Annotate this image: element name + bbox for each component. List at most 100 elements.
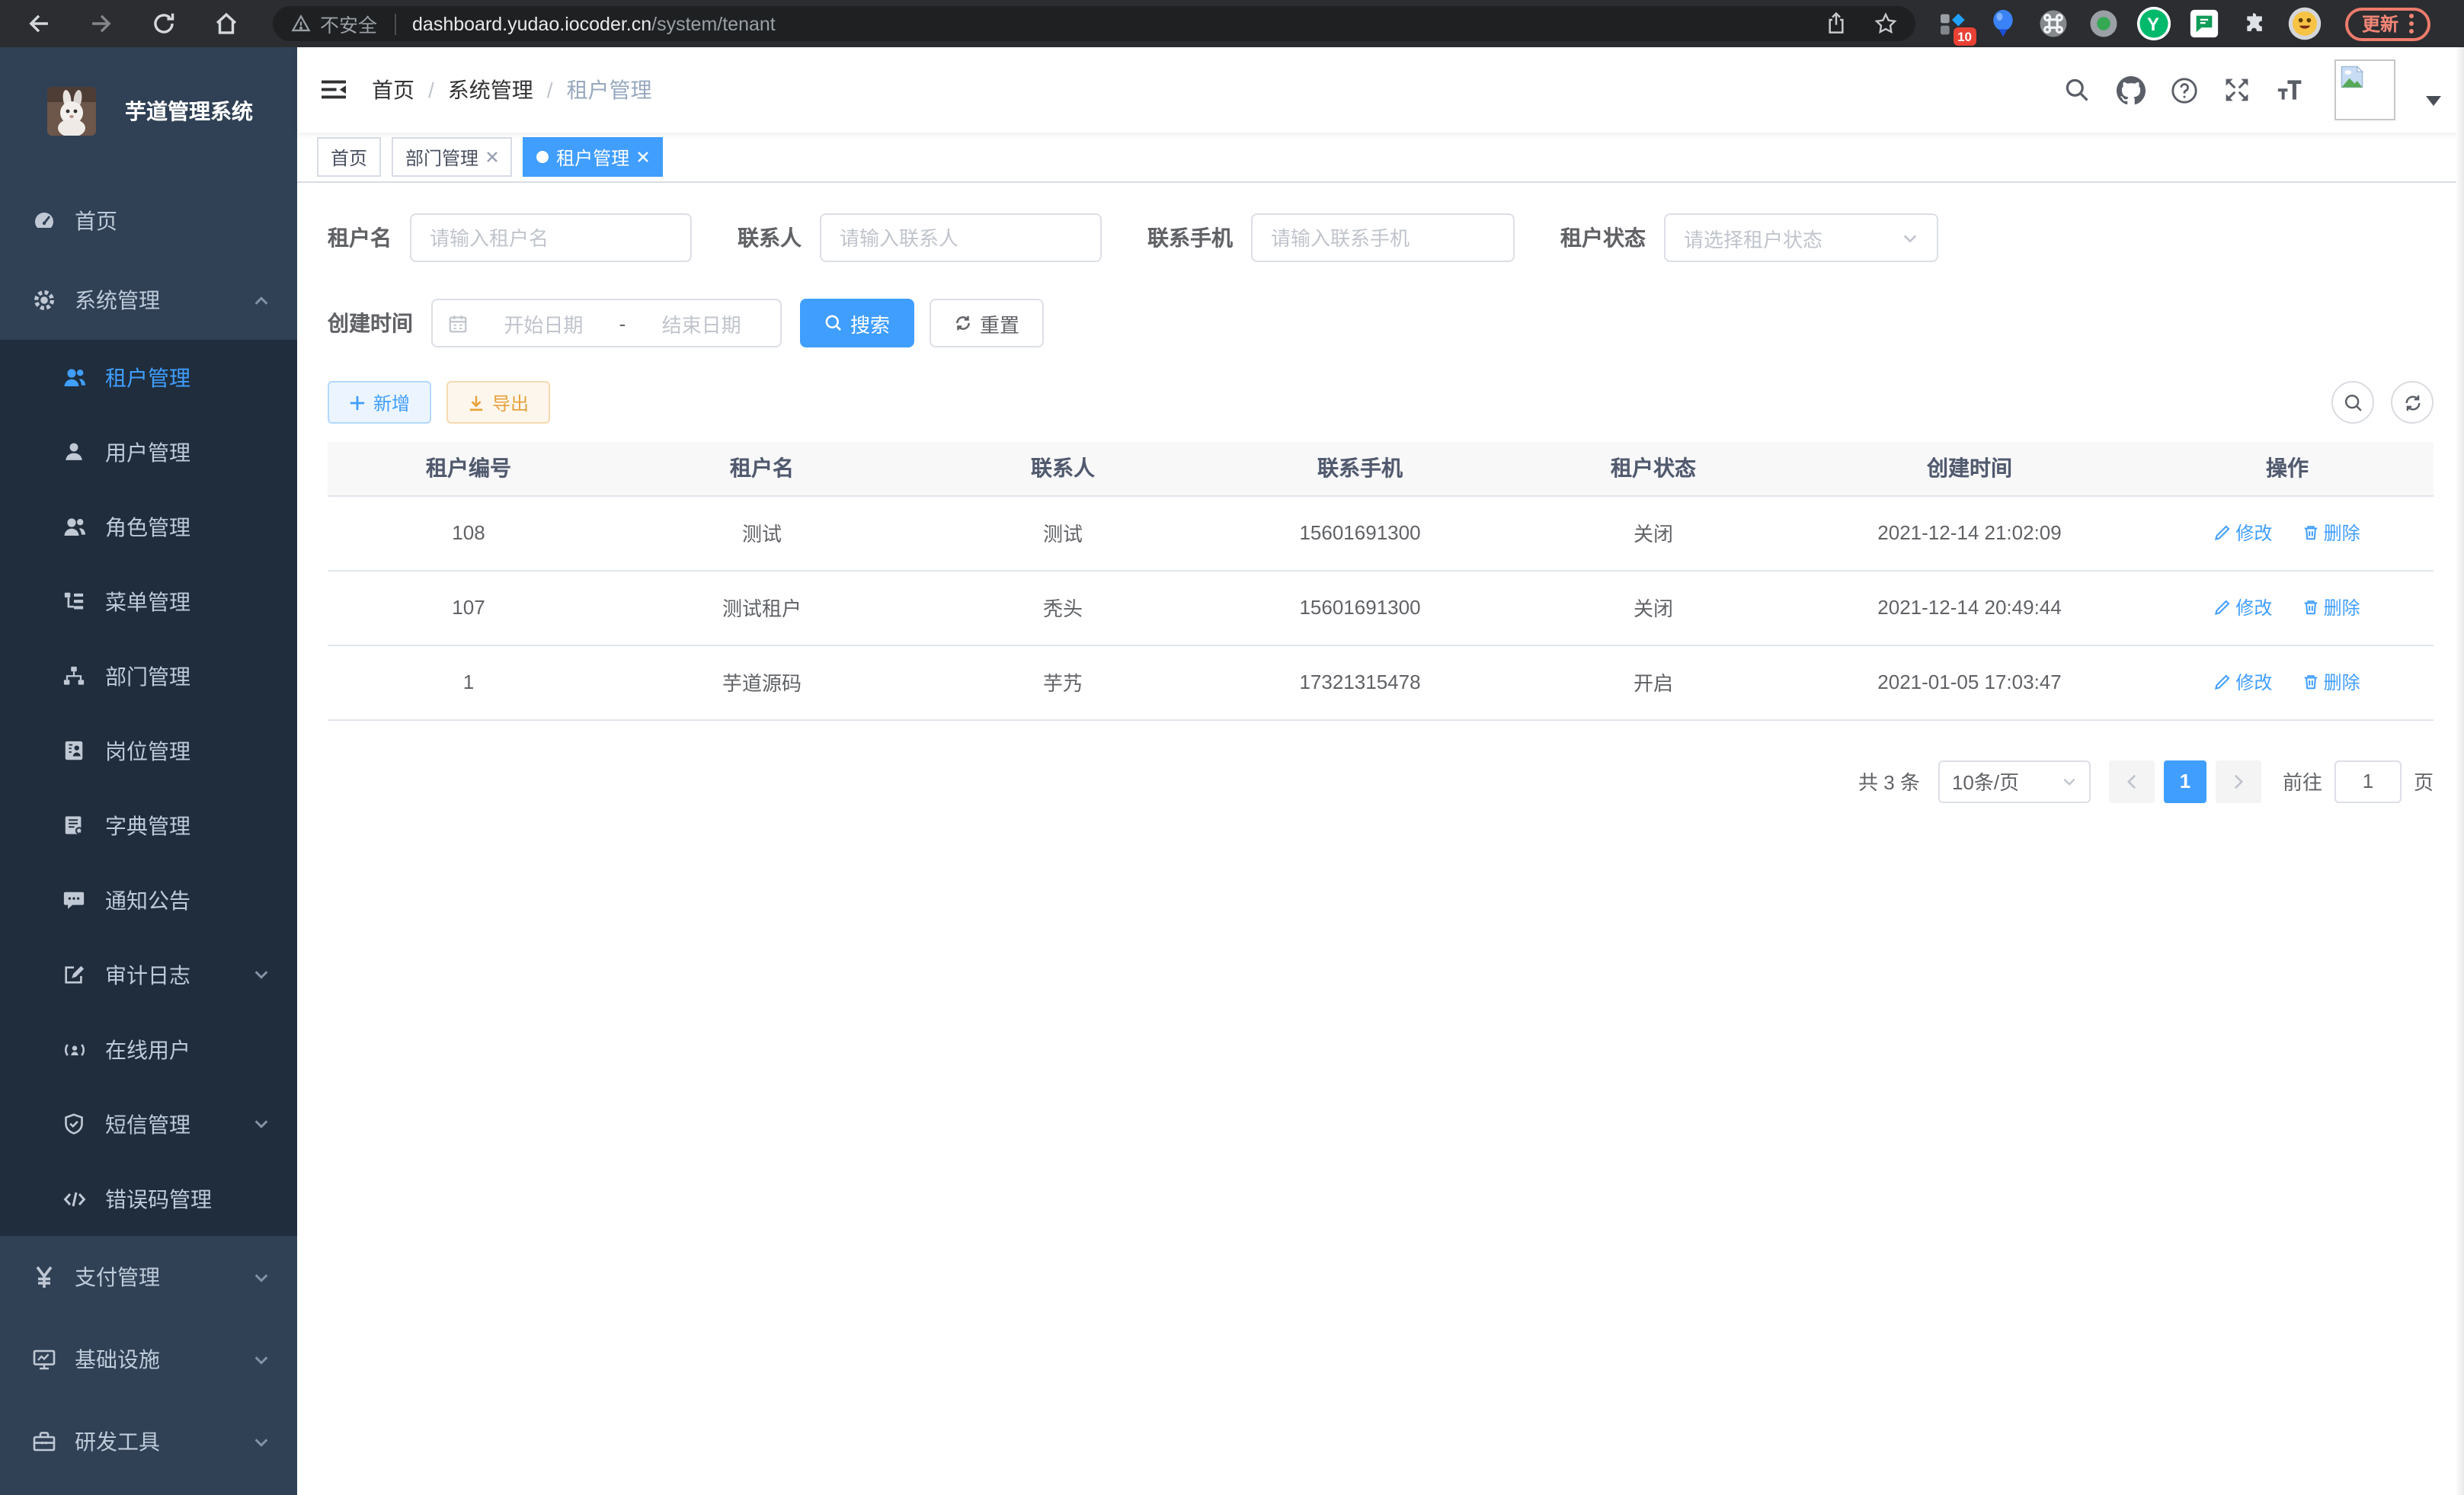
close-tab-icon[interactable] (486, 151, 498, 163)
reload-icon[interactable] (146, 7, 180, 40)
extension-y-letter: Y (2147, 13, 2159, 34)
filter-row-1: 租户名 联系人 联系手机 (328, 213, 2434, 262)
sidebar-item-dept[interactable]: 部门管理 (0, 639, 297, 713)
help-icon[interactable] (2168, 75, 2199, 105)
font-size-icon[interactable] (2275, 75, 2306, 105)
prev-page-button[interactable] (2109, 760, 2155, 802)
forward-icon[interactable] (84, 7, 117, 40)
delete-link[interactable]: 删除 (2302, 594, 2360, 620)
chevron-down-icon (253, 1433, 270, 1450)
cell-mobile: 15601691300 (1211, 570, 1509, 645)
refresh-table-button[interactable] (2391, 381, 2434, 424)
cell-actions: 修改 删除 (2141, 495, 2434, 570)
add-button[interactable]: 新增 (328, 381, 431, 424)
sidebar-item-payment[interactable]: 支付管理 (0, 1236, 297, 1318)
security-indicator[interactable]: 不安全 (291, 9, 377, 38)
sidebar-item-home[interactable]: 首页 (0, 181, 297, 261)
sidebar-item-audit-log[interactable]: 审计日志 (0, 937, 297, 1012)
trash-icon (2302, 524, 2319, 541)
edit-link[interactable]: 修改 (2214, 594, 2272, 620)
sidebar-item-notice[interactable]: 通知公告 (0, 863, 297, 937)
extension-command-icon[interactable] (2034, 5, 2071, 42)
tab-tenant[interactable]: 租户管理 (523, 137, 663, 177)
extension-sider-icon[interactable]: 10 (1934, 5, 1970, 42)
user-avatar-broken-image[interactable] (2334, 59, 2395, 120)
delete-link[interactable]: 删除 (2302, 520, 2360, 546)
back-icon[interactable] (21, 7, 55, 40)
edit-link[interactable]: 修改 (2214, 520, 2272, 546)
breadcrumb-home[interactable]: 首页 (372, 75, 414, 105)
sidebar-item-system[interactable]: 系统管理 (0, 261, 297, 340)
col-tenant-name: 租户名 (610, 442, 914, 495)
calendar-icon (448, 313, 468, 333)
browser-menu-kebab-icon[interactable] (2409, 14, 2414, 34)
extension-recorder-icon[interactable] (2085, 5, 2121, 42)
sidebar-item-dict[interactable]: 字典管理 (0, 788, 297, 863)
sidebar-item-post[interactable]: 岗位管理 (0, 713, 297, 788)
filter-status: 租户状态 请选择租户状态 (1560, 213, 1938, 262)
sidebar-item-devtools[interactable]: 研发工具 (0, 1401, 297, 1483)
address-bar[interactable]: 不安全 dashboard.yudao.iocoder.cn/system/te… (273, 6, 1915, 41)
show-search-toggle-button[interactable] (2331, 381, 2374, 424)
github-icon[interactable] (2115, 75, 2146, 105)
next-page-button[interactable] (2216, 760, 2261, 802)
edit-link-label: 修改 (2235, 594, 2272, 620)
sidebar-item-online-users[interactable]: 在线用户 (0, 1012, 297, 1087)
table-header-row: 租户编号 租户名 联系人 联系手机 租户状态 创建时间 操作 (328, 442, 2434, 495)
close-tab-icon[interactable] (637, 151, 649, 163)
goto-page-input[interactable] (2334, 760, 2402, 802)
url-path: /system/tenant (651, 13, 776, 34)
contact-input[interactable] (840, 226, 1082, 249)
sidebar-item-infra[interactable]: 基础设施 (0, 1318, 297, 1401)
profile-avatar-icon[interactable] (2286, 5, 2322, 42)
header-search-icon[interactable] (2062, 75, 2092, 105)
search-button[interactable]: 搜索 (800, 299, 914, 347)
extension-chat-icon[interactable] (2185, 5, 2222, 42)
sidebar-item-tenant[interactable]: 租户管理 (0, 340, 297, 415)
status-select[interactable]: 请选择租户状态 (1664, 213, 1938, 262)
sidebar: 芋道管理系统 首页 系统管理 (0, 47, 297, 1495)
page-size-select[interactable]: 10条/页 (1938, 760, 2091, 802)
avatar-caret-icon[interactable] (2426, 95, 2441, 106)
delete-link[interactable]: 删除 (2302, 669, 2360, 695)
sidebar-item-menu[interactable]: 菜单管理 (0, 564, 297, 639)
tenant-name-input[interactable] (430, 226, 672, 249)
start-date-placeholder[interactable]: 开始日期 (480, 309, 607, 338)
tab-dept[interactable]: 部门管理 (392, 137, 512, 177)
end-date-placeholder[interactable]: 结束日期 (638, 309, 765, 338)
sidebar-fold-icon[interactable] (320, 78, 347, 102)
reset-button[interactable]: 重置 (930, 299, 1044, 347)
plus-icon (349, 394, 366, 411)
app-logo-row[interactable]: 芋道管理系统 (0, 47, 297, 136)
home-icon[interactable] (209, 7, 242, 40)
page-scrollbar[interactable] (2456, 47, 2464, 1495)
contact-label: 联系人 (738, 222, 802, 253)
share-icon[interactable] (1826, 12, 1847, 35)
cell-contact: 测试 (914, 495, 1211, 570)
browser-nav (21, 7, 242, 40)
date-range-picker[interactable]: 开始日期 - 结束日期 (431, 299, 782, 347)
export-button[interactable]: 导出 (446, 381, 550, 424)
edit-link[interactable]: 修改 (2214, 669, 2272, 695)
trash-icon (2302, 674, 2319, 690)
sidebar-item-errorcode[interactable]: 错误码管理 (0, 1161, 297, 1236)
mobile-input[interactable] (1271, 226, 1495, 249)
fullscreen-icon[interactable] (2222, 75, 2252, 105)
sidebar-item-user[interactable]: 用户管理 (0, 415, 297, 489)
breadcrumb-system[interactable]: 系统管理 (448, 75, 533, 105)
browser-update-button[interactable]: 更新 (2345, 7, 2430, 40)
delete-link-label: 删除 (2324, 669, 2360, 695)
sidebar-item-label: 在线用户 (105, 1034, 190, 1064)
sidebar-item-sms[interactable]: 短信管理 (0, 1087, 297, 1161)
bookmark-star-icon[interactable] (1874, 12, 1897, 35)
screen: 不安全 dashboard.yudao.iocoder.cn/system/te… (0, 0, 2464, 1495)
page-number-1[interactable]: 1 (2164, 760, 2206, 802)
extensions-puzzle-icon[interactable] (2235, 5, 2272, 42)
sidebar-item-role[interactable]: 角色管理 (0, 489, 297, 564)
extension-y-icon[interactable]: Y (2135, 5, 2171, 42)
warning-icon (291, 14, 311, 34)
extension-balloon-icon[interactable] (1984, 5, 2021, 42)
col-actions: 操作 (2141, 442, 2434, 495)
tab-home[interactable]: 首页 (317, 137, 381, 177)
status-select-placeholder: 请选择租户状态 (1684, 223, 1822, 252)
